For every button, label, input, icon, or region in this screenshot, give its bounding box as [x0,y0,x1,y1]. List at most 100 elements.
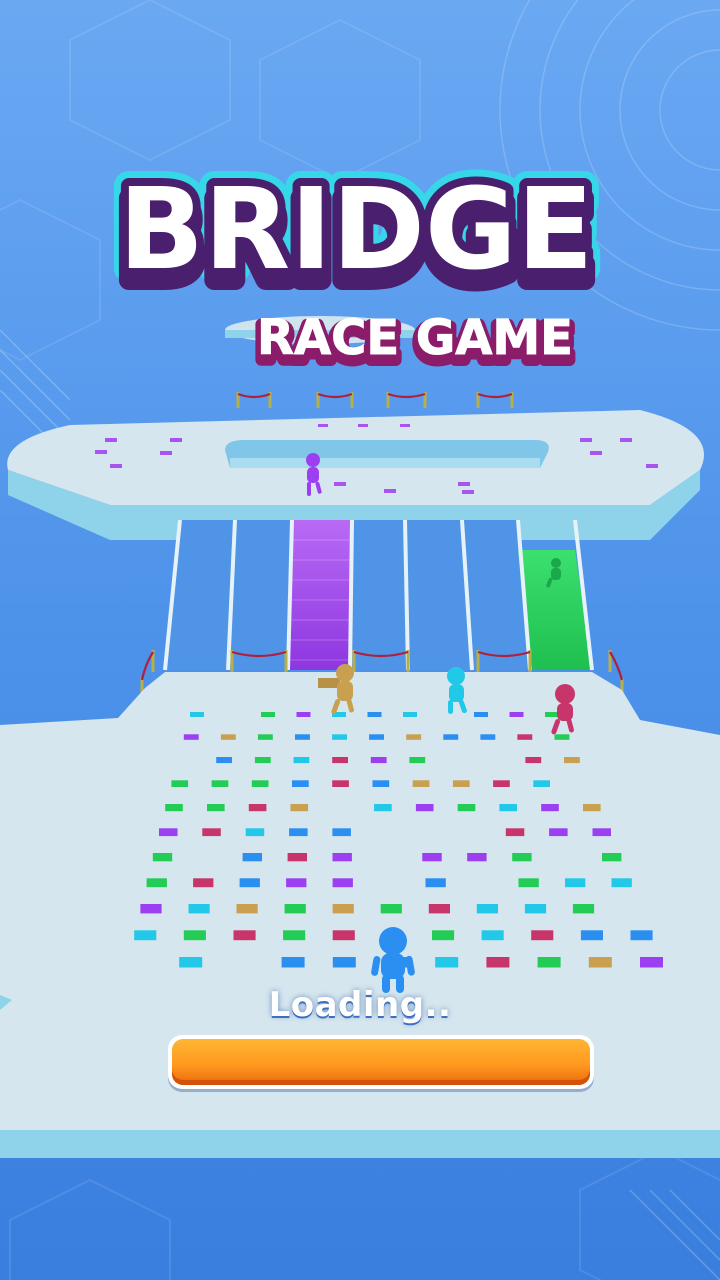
brick [295,734,310,740]
brick [380,904,402,914]
brick [281,957,305,968]
brick [505,828,525,837]
brick [432,930,455,941]
brick [554,734,570,740]
brick [493,780,510,787]
brick [332,957,356,968]
brick [370,757,387,764]
brick [374,804,392,812]
brick [517,734,533,740]
brick [233,930,256,941]
brick [236,904,258,914]
brick [592,828,611,837]
brick [467,853,487,862]
brick [406,734,422,740]
brick [202,828,221,837]
loading-label: Loading.. [268,985,452,1025]
brick [190,712,204,717]
brick [293,757,310,764]
brick [284,904,306,914]
loading-progress-bar [168,1035,594,1089]
brick [509,712,524,717]
brick [452,780,470,787]
brick [207,804,225,812]
brick [332,828,351,837]
brick [443,734,459,740]
brick [630,930,653,941]
brick [140,904,162,914]
brick [296,712,311,717]
brick [146,878,167,888]
brick [531,930,554,941]
brick [292,780,309,787]
brick [289,828,308,837]
brick [435,957,459,968]
brick [512,853,532,862]
brick [239,878,260,888]
brick [480,734,496,740]
brick [524,904,547,914]
brick [640,957,663,968]
brick [537,957,561,968]
brick [188,904,210,914]
brick [583,804,601,812]
brick [283,930,306,941]
brick [286,878,307,888]
brick [171,780,189,787]
brick [422,853,442,862]
brick [261,712,275,717]
brick [332,930,355,941]
brick [415,804,434,812]
brick [193,878,214,888]
brick [248,804,267,812]
brick [499,804,517,812]
brick [257,734,273,740]
brick [457,804,476,812]
brick [611,878,632,888]
brick [216,757,232,764]
brick [409,757,426,764]
svg-text:RACE GAME: RACE GAME [257,310,573,366]
brick [486,957,510,968]
brick [332,853,352,862]
brick [425,878,446,888]
brick [165,804,183,812]
brick [588,957,612,968]
brick [332,878,353,888]
brick [220,734,236,740]
brick [332,904,354,914]
brick [372,780,390,787]
brick [580,930,603,941]
brick [242,853,262,862]
brick [367,712,382,717]
title-main: BRIDGE BRIDGE BRIDGE BRIDGE [104,150,609,317]
brick [428,904,450,914]
brick [481,930,504,941]
brick [474,712,488,717]
brick [403,712,417,717]
brick [533,780,550,787]
svg-text:BRIDGE: BRIDGE [119,165,594,295]
brick [211,780,229,787]
brick [332,780,349,787]
brick [476,904,498,914]
brick [602,853,622,862]
brick [549,828,568,837]
brick [183,734,199,740]
brick [541,804,559,812]
brick [179,957,203,968]
brick [412,780,430,787]
brick [525,757,542,764]
brick [152,853,173,862]
brick [183,930,206,941]
brick [134,930,157,941]
brick [369,734,384,740]
brick [290,804,309,812]
brick [332,757,348,764]
brick [518,878,539,888]
brick [545,712,559,717]
game-title: BRIDGE BRIDGE BRIDGE BRIDGE RACE GAME RA… [104,150,609,378]
loading-progress-fill [172,1039,590,1085]
brick [254,757,271,764]
brick [287,853,307,862]
